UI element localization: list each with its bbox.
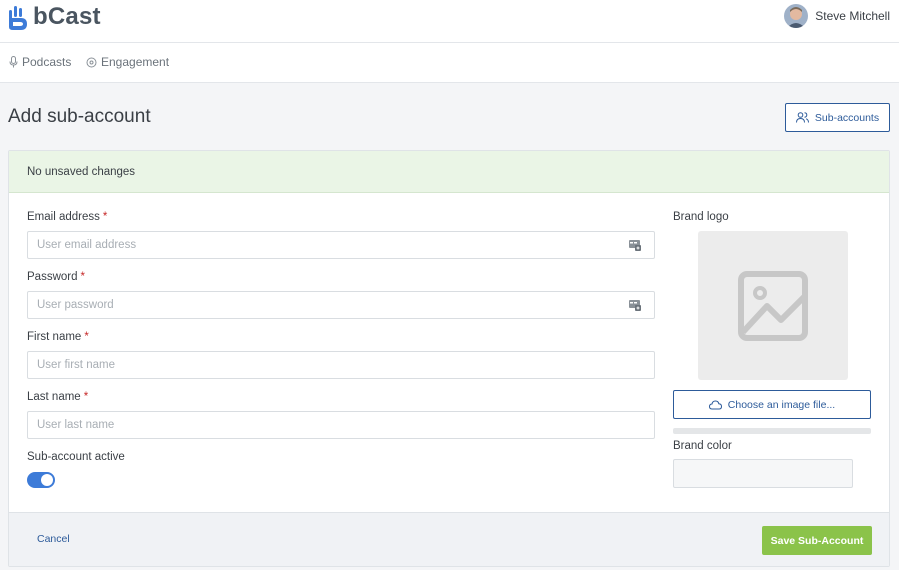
page-title: Add sub-account [8,106,151,127]
status-text: No unsaved changes [27,165,136,178]
brand-logo-preview[interactable] [698,231,848,380]
password-manager-icon[interactable] [628,238,642,252]
microphone-icon [9,56,18,68]
choose-image-button[interactable]: Choose an image file... [673,390,871,419]
toggle-knob [41,474,53,486]
cloud-icon [708,399,722,409]
email-field[interactable] [27,231,655,259]
upload-progress-bar [673,428,871,434]
sub-account-form-card: No unsaved changes Email address* Passwo… [8,150,890,567]
active-label: Sub-account active [27,451,125,463]
first-name-field[interactable] [27,351,655,379]
email-label: Email address * [27,211,108,223]
cancel-button[interactable]: Cancel [37,533,70,545]
save-sub-account-button[interactable]: Save Sub-Account [762,526,872,555]
brand-logo[interactable]: bCast [7,3,101,31]
top-bar: bCast Steve Mitchell [0,0,899,43]
last-name-field[interactable] [27,411,655,439]
password-field[interactable] [27,291,655,319]
nav-item-podcasts[interactable]: Podcasts [9,55,71,69]
main-nav: Podcasts Engagement [0,43,899,83]
last-name-label: Last name * [27,391,89,403]
sub-accounts-button[interactable]: Sub-accounts [785,103,890,132]
brand-color-label: Brand color [673,440,732,452]
required-marker: * [83,391,89,403]
required-marker: * [84,331,89,343]
required-marker: * [80,271,85,283]
form-footer: Cancel Save Sub-Account [9,512,889,566]
choose-image-label: Choose an image file... [727,398,836,411]
engagement-icon [86,57,97,67]
password-label: Password * [27,271,85,283]
nav-label: Podcasts [22,55,72,69]
status-bar: No unsaved changes [9,151,889,193]
image-placeholder-icon [738,270,808,341]
user-name: Steve Mitchell [815,9,890,23]
brand-logo-label: Brand logo [673,211,729,223]
sub-account-active-toggle[interactable] [27,472,55,488]
brand-color-field[interactable] [673,459,853,488]
sub-accounts-label: Sub-accounts [814,111,880,124]
user-menu[interactable]: Steve Mitchell [784,4,890,28]
required-marker: * [102,211,108,223]
users-icon [795,112,809,123]
bcast-logo-icon [9,5,27,30]
nav-label: Engagement [101,55,170,69]
password-manager-icon[interactable] [628,298,642,312]
avatar [784,4,809,28]
nav-item-engagement[interactable]: Engagement [86,55,169,69]
first-name-label: First name * [27,331,89,343]
brand-name: bCast [33,3,101,30]
